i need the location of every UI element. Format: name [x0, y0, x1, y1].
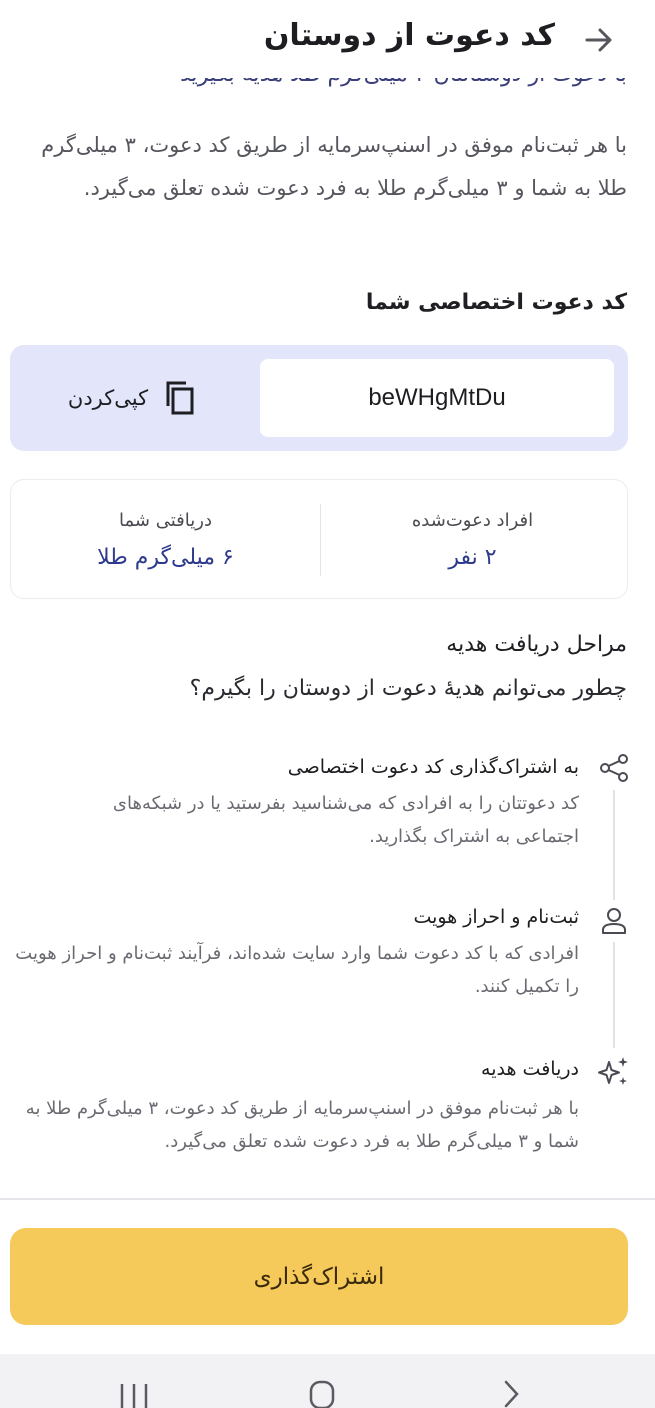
invited-count-stat: افراد دعوت‌شده ۲ نفر	[318, 480, 627, 600]
step-description: افرادی که با کد دعوت شما وارد سایت شده‌ا…	[15, 943, 579, 997]
copy-button[interactable]: کپی‌کردن	[10, 345, 260, 451]
share-button[interactable]: اشتراک‌گذاری	[10, 1228, 628, 1325]
copy-label: کپی‌کردن	[67, 386, 149, 410]
steps-subtitle: چطور می‌توانم هدیهٔ دعوت از دوستان را بگ…	[189, 676, 627, 701]
step-title: دریافت هدیه	[481, 1058, 579, 1080]
back-button[interactable]	[579, 20, 619, 60]
step-title: به اشتراک‌گذاری کد دعوت اختصاصی	[287, 756, 579, 778]
bottom-divider	[0, 1198, 655, 1200]
home-icon[interactable]	[302, 1378, 342, 1408]
intro-text: با هر ثبت‌نام موفق در اسنپ‌سرمایه از طری…	[41, 133, 627, 200]
step-title: ثبت‌نام و احراز هویت	[413, 906, 579, 928]
system-nav-bar	[0, 1354, 655, 1408]
steps-title: مراحل دریافت هدیه	[446, 632, 627, 657]
invite-code-label: کد دعوت اختصاصی شما	[365, 290, 627, 315]
share-icon	[597, 751, 631, 785]
received-gold-stat: دریافتی شما ۶ میلی‌گرم طلا	[11, 480, 320, 600]
clipped-intro-text: با دعوت از دوستانتان ۳ میلی‌گرم طلا هدیه…	[27, 78, 627, 87]
copy-icon	[162, 378, 202, 418]
received-gold-label: دریافتی شما	[119, 510, 212, 531]
timeline-line	[613, 942, 615, 1048]
stats-divider	[320, 504, 321, 576]
clipped-intro-line: با دعوت از دوستانتان ۳ میلی‌گرم طلا هدیه…	[27, 78, 627, 98]
invited-count-label: افراد دعوت‌شده	[411, 510, 534, 531]
arrow-right-icon	[585, 28, 612, 52]
step-description: کد دعوتتان را به افرادی که می‌شناسید بفر…	[112, 793, 579, 847]
app-header: کد دعوت از دوستان	[0, 0, 655, 78]
back-chevron-icon[interactable]	[492, 1378, 532, 1408]
invite-code-box: beWHgMtDu کپی‌کردن	[10, 345, 628, 451]
invited-count-value: ۲ نفر	[448, 545, 497, 570]
sparkles-icon	[597, 1054, 631, 1088]
invite-stats-card: افراد دعوت‌شده ۲ نفر دریافتی شما ۶ میلی‌…	[10, 479, 628, 599]
recent-apps-icon[interactable]	[114, 1378, 154, 1408]
timeline-line	[613, 790, 615, 900]
invite-code-field[interactable]: beWHgMtDu	[260, 359, 614, 437]
received-gold-value: ۶ میلی‌گرم طلا	[97, 545, 234, 570]
user-icon	[597, 904, 631, 938]
page-title: کد دعوت از دوستان	[263, 18, 555, 53]
step-description: با هر ثبت‌نام موفق در اسنپ‌سرمایه از طری…	[25, 1098, 579, 1152]
